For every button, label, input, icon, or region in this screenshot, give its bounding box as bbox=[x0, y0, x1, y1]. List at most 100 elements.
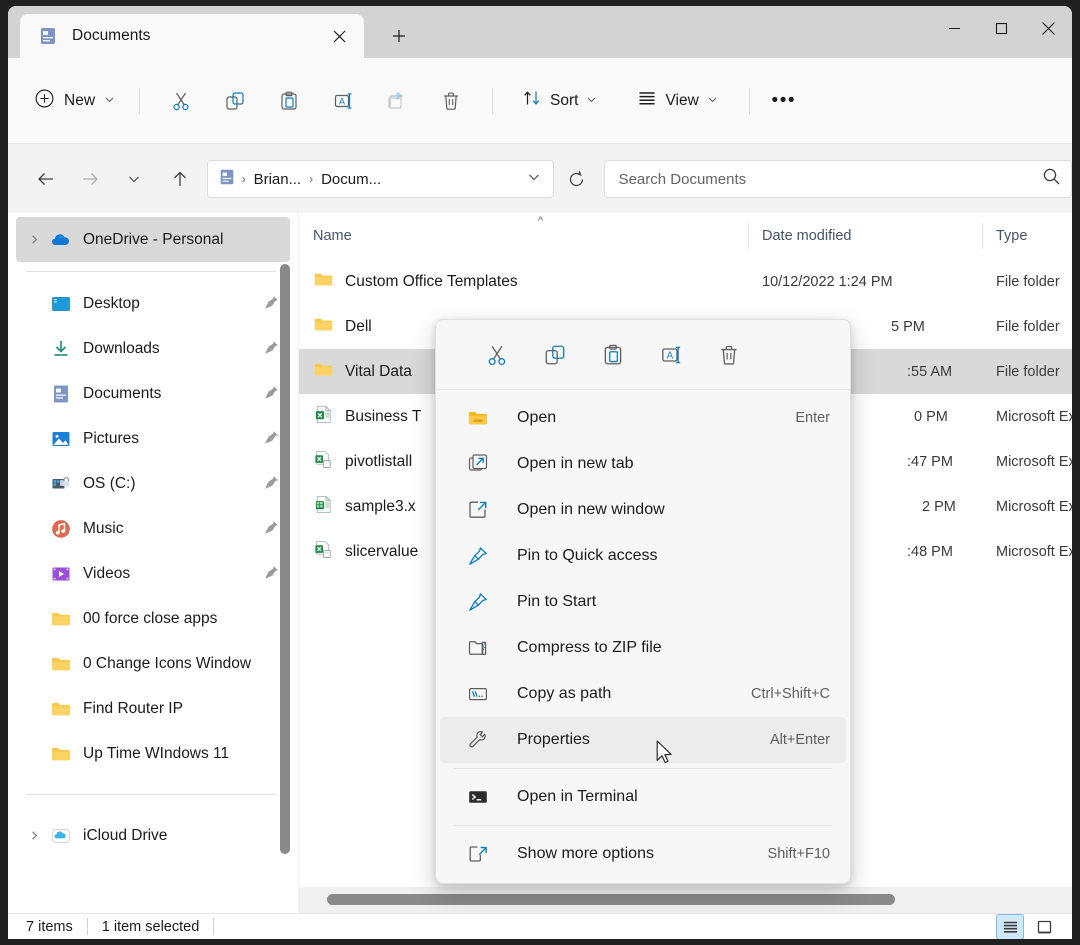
file-type: Microsoft Exc bbox=[996, 409, 1072, 425]
sidebar-item-os-drive[interactable]: OS (C:) bbox=[16, 461, 290, 506]
pin-icon[interactable] bbox=[263, 384, 280, 406]
file-name: Business T bbox=[345, 408, 421, 426]
forward-arrow-icon[interactable] bbox=[74, 162, 106, 196]
scrollbar-thumb[interactable] bbox=[327, 894, 895, 905]
refresh-icon[interactable] bbox=[560, 161, 594, 197]
cut-icon[interactable] bbox=[161, 83, 201, 119]
back-arrow-icon[interactable] bbox=[30, 162, 62, 196]
sidebar-scrollbar[interactable] bbox=[280, 264, 290, 854]
column-header-name[interactable]: ^ Name bbox=[299, 213, 748, 259]
pin-icon[interactable] bbox=[263, 519, 280, 541]
pin-icon[interactable] bbox=[263, 294, 280, 316]
chevron-right-icon[interactable] bbox=[22, 830, 46, 841]
rename-icon[interactable]: A bbox=[642, 335, 700, 375]
menu-item-open[interactable]: Open Enter bbox=[440, 395, 846, 441]
sidebar-item-music[interactable]: Music bbox=[16, 506, 290, 551]
copy-icon[interactable] bbox=[215, 83, 255, 119]
rename-icon[interactable]: A bbox=[323, 83, 363, 119]
file-name: Dell bbox=[345, 318, 372, 336]
drive-icon bbox=[50, 473, 72, 495]
maximize-button[interactable] bbox=[978, 6, 1025, 50]
paste-icon[interactable] bbox=[584, 335, 642, 375]
context-menu[interactable]: A bbox=[435, 319, 851, 884]
sidebar-item-up-time-windows-11[interactable]: Up Time WIndows 11 bbox=[16, 731, 290, 776]
file-type-cell: File folder bbox=[982, 349, 1072, 394]
sidebar-item-documents[interactable]: Documents bbox=[16, 371, 290, 416]
menu-item-pin-to-start[interactable]: Pin to Start bbox=[440, 579, 846, 625]
sidebar-item-label: Find Router IP bbox=[83, 700, 183, 718]
column-divider[interactable] bbox=[982, 223, 983, 249]
file-date: :47 PM bbox=[907, 454, 953, 470]
file-date: 5 PM bbox=[891, 319, 925, 335]
sort-ascending-caret: ^ bbox=[538, 215, 543, 227]
close-window-button[interactable] bbox=[1025, 6, 1072, 50]
delete-icon[interactable] bbox=[431, 83, 471, 119]
column-divider[interactable] bbox=[748, 223, 749, 249]
sidebar-item-desktop[interactable]: Desktop bbox=[16, 281, 290, 326]
sidebar-item-change-icons-window[interactable]: 0 Change Icons Window bbox=[16, 641, 290, 686]
menu-item-open-in-new-window[interactable]: Open in new window bbox=[440, 487, 846, 533]
menu-item-compress-to-zip-file[interactable]: Compress to ZIP file bbox=[440, 625, 846, 671]
excel-icon bbox=[313, 539, 334, 565]
sort-button[interactable]: Sort bbox=[513, 83, 606, 119]
menu-item-pin-to-quick-access[interactable]: Pin to Quick access bbox=[440, 533, 846, 579]
menu-item-open-in-terminal[interactable]: Open in Terminal bbox=[440, 774, 846, 820]
sidebar-item-icloud-drive[interactable]: iCloud Drive bbox=[16, 813, 290, 858]
sidebar-item-find-router-ip[interactable]: Find Router IP bbox=[16, 686, 290, 731]
more-options-button[interactable]: ••• bbox=[764, 83, 804, 119]
sidebar-item-pictures[interactable]: Pictures bbox=[16, 416, 290, 461]
pin-icon[interactable] bbox=[263, 429, 280, 451]
more-options-icon bbox=[466, 842, 490, 866]
menu-item-show-more-options[interactable]: Show more options Shift+F10 bbox=[440, 831, 846, 877]
menu-item-properties[interactable]: Properties Alt+Enter bbox=[440, 717, 846, 763]
breadcrumb-item-documents[interactable]: Docum... bbox=[319, 171, 383, 188]
menu-item-copy-as-path[interactable]: Copy as path Ctrl+Shift+C bbox=[440, 671, 846, 717]
chevron-right-icon[interactable] bbox=[22, 234, 46, 245]
column-header-type[interactable]: Type bbox=[982, 213, 1072, 259]
preview-pane-icon[interactable] bbox=[1030, 914, 1058, 939]
minimize-button[interactable] bbox=[931, 6, 978, 50]
pin-icon[interactable] bbox=[263, 564, 280, 586]
toolbar-divider-3 bbox=[749, 88, 750, 114]
horizontal-scrollbar[interactable] bbox=[299, 887, 1072, 913]
breadcrumb-item-user[interactable]: Brian... bbox=[252, 171, 304, 188]
menu-item-open-in-new-tab[interactable]: Open in new tab bbox=[440, 441, 846, 487]
copy-icon[interactable] bbox=[526, 335, 584, 375]
pin-icon[interactable] bbox=[263, 474, 280, 496]
delete-icon[interactable] bbox=[700, 335, 758, 375]
sidebar-item-videos[interactable]: Videos bbox=[16, 551, 290, 596]
open-new-window-icon bbox=[466, 498, 490, 522]
chevron-down-icon[interactable] bbox=[527, 170, 541, 189]
menu-item-label: Show more options bbox=[517, 845, 654, 863]
chevron-down-icon bbox=[707, 92, 718, 110]
file-type-cell: Microsoft Exc bbox=[982, 529, 1072, 574]
file-name: Vital Data bbox=[345, 363, 412, 381]
cut-icon[interactable] bbox=[468, 335, 526, 375]
menu-item-shortcut: Ctrl+Shift+C bbox=[751, 686, 834, 702]
breadcrumb[interactable]: › Brian... › Docum... bbox=[207, 160, 554, 198]
paste-icon[interactable] bbox=[269, 83, 309, 119]
table-row[interactable]: Custom Office Templates 10/12/2022 1:24 … bbox=[299, 259, 1072, 304]
column-header-date-modified[interactable]: Date modified bbox=[748, 213, 982, 259]
new-button[interactable]: New bbox=[28, 83, 125, 119]
close-icon[interactable] bbox=[324, 21, 354, 51]
new-button-label: New bbox=[64, 92, 95, 110]
navigation-pane[interactable]: OneDrive - Personal Desktop bbox=[8, 213, 298, 913]
search-input[interactable]: Search Documents bbox=[604, 160, 1072, 198]
sidebar-item-downloads[interactable]: Downloads bbox=[16, 326, 290, 371]
tab-documents[interactable]: Documents bbox=[20, 14, 364, 58]
sidebar-item-label: Documents bbox=[83, 385, 161, 403]
details-view-icon[interactable] bbox=[996, 914, 1024, 939]
sidebar-item-label: Videos bbox=[83, 565, 130, 583]
new-tab-button[interactable] bbox=[382, 20, 416, 52]
sidebar-item-onedrive[interactable]: OneDrive - Personal bbox=[16, 217, 290, 262]
menu-separator-2 bbox=[454, 825, 832, 826]
up-arrow-icon[interactable] bbox=[164, 162, 196, 196]
view-button[interactable]: View bbox=[628, 83, 726, 119]
sidebar-item-force-close-apps[interactable]: 00 force close apps bbox=[16, 596, 290, 641]
recent-locations-icon[interactable] bbox=[118, 162, 150, 196]
search-icon[interactable] bbox=[1042, 167, 1061, 191]
icloud-icon bbox=[50, 825, 72, 847]
sort-button-label: Sort bbox=[550, 92, 578, 110]
pin-icon[interactable] bbox=[263, 339, 280, 361]
